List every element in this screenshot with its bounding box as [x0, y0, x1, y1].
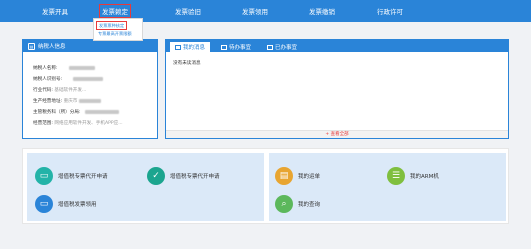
row-label: 行业代码: [33, 88, 53, 93]
tab-label: 待办事宜 [229, 45, 252, 51]
redacted-value [84, 109, 119, 114]
quick-links-right: ▤ 我的运单 ☰ 我的ARM机 ⌕ 我的查询 [269, 153, 506, 221]
tab-label: 我的消息 [183, 45, 206, 51]
row-business-address: 生产经营地址: 重庆市 [33, 98, 101, 104]
quick-link-label: 我的查询 [298, 202, 321, 208]
checked-icon [267, 44, 274, 50]
quick-link-label: 增值税专票代开申请 [58, 174, 108, 180]
monitor-icon [221, 44, 228, 50]
top-nav: 发票开具 发票赖定 发票验旧 发票领用 发票缴销 行政许可 [0, 0, 531, 22]
quick-link-my-arm[interactable]: ☰ 我的ARM机 [387, 167, 439, 185]
nav-invoice-issue[interactable]: 发票开具 [42, 6, 68, 16]
quick-link-special-invoice-apply-2[interactable]: ✓ 增值税专票代开申请 [147, 167, 220, 185]
tab-pending[interactable]: 待办事宜 [216, 42, 256, 52]
taxpayer-info-header: ▤ 纳税人信息 [23, 40, 157, 52]
clipboard-icon: ▤ [275, 167, 293, 185]
row-label: 经营范围: [33, 121, 53, 126]
tab-done[interactable]: 已办事宜 [262, 42, 302, 52]
taxpayer-info-panel: ▤ 纳税人信息 纳税人名称: 纳税人识别号: 行业代码: 基础软件开发... 生… [22, 39, 158, 139]
nav-dropdown-menu: 发票票种核定 专票最高开票限额 [93, 18, 143, 41]
messages-panel: 我的消息 待办事宜 已办事宜 没有未读消息 + 查看全部 [165, 39, 509, 139]
empty-message-text: 没有未读消息 [173, 61, 201, 66]
message-tabs: 我的消息 待办事宜 已办事宜 [166, 40, 508, 52]
nav-admin-license[interactable]: 行政许可 [377, 6, 403, 16]
nav-invoice-cancel[interactable]: 发票缴销 [309, 6, 335, 16]
inbox-icon: ▭ [35, 195, 53, 213]
quick-links-panel: ▭ 增值税专票代开申请 ✓ 增值税专票代开申请 ▭ 增值税发票领用 ▤ 我的运单… [22, 148, 509, 224]
quick-link-label: 增值税发票领用 [58, 202, 97, 208]
inbox-icon: ▭ [35, 167, 53, 185]
redacted-value [78, 98, 101, 103]
quick-link-my-query[interactable]: ⌕ 我的查询 [275, 195, 320, 213]
row-tax-bureau: 主管税务科（所）分局: [33, 109, 119, 115]
quick-link-label: 增值税专票代开申请 [170, 174, 220, 180]
view-all-link[interactable]: + 查看全部 [166, 130, 508, 138]
row-label: 纳税人名称: [33, 66, 58, 71]
message-icon [175, 44, 181, 50]
row-business-scope: 经营范围: 网络应用软件开发、手机APP应... [33, 120, 123, 126]
quick-link-label: 我的ARM机 [410, 174, 439, 180]
row-value: 重庆市 [63, 99, 78, 104]
quick-links-left: ▭ 增值税专票代开申请 ✓ 增值税专票代开申请 ▭ 增值税发票领用 [27, 153, 264, 221]
row-taxpayer-id: 纳税人识别号: [33, 76, 103, 82]
quick-link-invoice-collect[interactable]: ▭ 增值税发票领用 [35, 195, 97, 213]
redacted-value [69, 65, 95, 70]
quick-link-special-invoice-apply[interactable]: ▭ 增值税专票代开申请 [35, 167, 108, 185]
row-industry-code: 行业代码: 基础软件开发... [33, 87, 86, 93]
id-card-icon: ▤ [28, 42, 35, 50]
redacted-value [72, 76, 103, 81]
nav-invoice-verify[interactable]: 发票验旧 [175, 6, 201, 16]
row-label: 主管税务科（所）分局: [33, 110, 81, 115]
nav-invoice-approval[interactable]: 发票赖定 [99, 4, 131, 18]
taxpayer-info-title: 纳税人信息 [38, 44, 66, 50]
row-label: 纳税人识别号: [33, 77, 63, 82]
row-value: 网络应用软件开发、手机APP应... [54, 121, 123, 126]
row-taxpayer-name: 纳税人名称: [33, 65, 95, 71]
menu-item-invoice-type[interactable]: 发票票种核定 [96, 21, 128, 30]
check-icon: ✓ [147, 167, 165, 185]
magnifier-icon: ⌕ [275, 195, 293, 213]
list-icon: ☰ [387, 167, 405, 185]
row-value: 基础软件开发... [54, 88, 87, 93]
quick-link-my-waybill[interactable]: ▤ 我的运单 [275, 167, 320, 185]
tab-my-messages[interactable]: 我的消息 [170, 42, 211, 52]
quick-link-label: 我的运单 [298, 174, 321, 180]
tab-label: 已办事宜 [275, 45, 298, 51]
menu-item-max-limit[interactable]: 专票最高开票限额 [96, 30, 140, 37]
nav-invoice-collect[interactable]: 发票领用 [242, 6, 268, 16]
row-label: 生产经营地址: [33, 99, 63, 104]
